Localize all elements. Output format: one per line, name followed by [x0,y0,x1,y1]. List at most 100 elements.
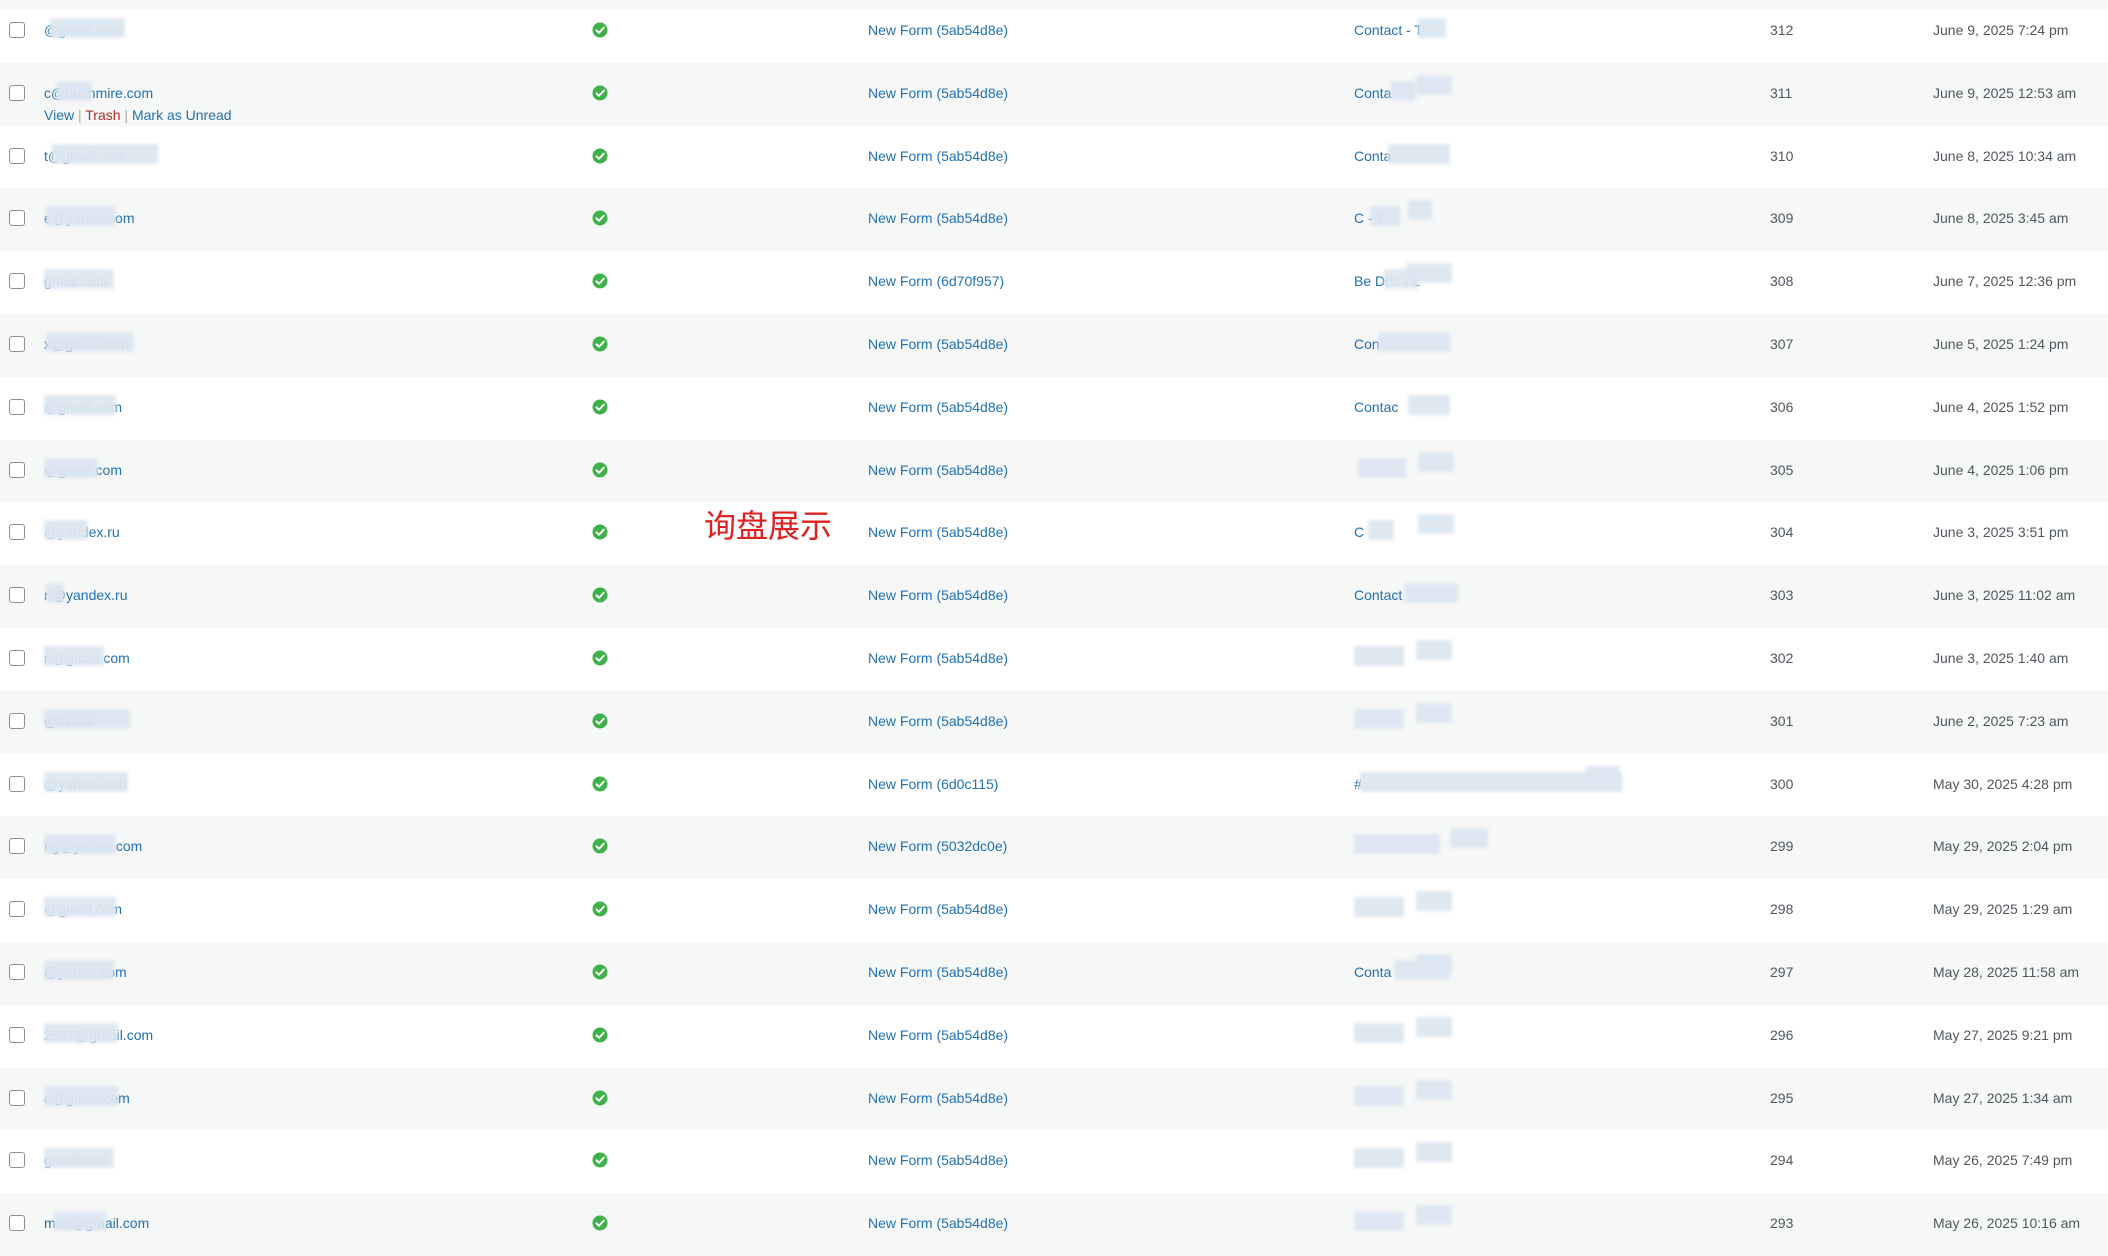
entry-id: 298 [1770,901,1794,918]
redaction-blur [1360,771,1622,792]
row-checkbox[interactable] [9,147,25,164]
table-row: @gmail.comNew Form (5ab54d8e)Contact - T… [0,0,2108,63]
entry-id: 305 [1770,461,1794,478]
form-name-link[interactable]: New Form (5ab54d8e) [868,335,1008,353]
entry-date: May 26, 2025 7:49 pm [1933,1152,2073,1169]
row-checkbox[interactable] [9,1215,25,1232]
row-checkbox[interactable] [9,712,25,729]
check-circle-icon [592,838,608,854]
redaction-blur [44,1085,118,1106]
source-page-link[interactable]: C [1354,523,1364,541]
source-page-link[interactable]: Contact [1354,586,1402,604]
entry-id: 296 [1770,1026,1794,1043]
row-checkbox[interactable] [9,1152,25,1169]
form-name-link[interactable]: New Form (5ab54d8e) [868,461,1008,479]
entry-id: 299 [1770,838,1794,855]
source-page-link[interactable]: Conta [1354,147,1391,165]
form-name-link[interactable]: New Form (5ab54d8e) [868,84,1008,102]
row-checkbox[interactable] [9,964,25,980]
redaction-blur [46,206,116,227]
row-actions: View | Trash | Mark as Unread [44,106,232,124]
form-name-link[interactable]: New Form (5ab54d8e) [868,398,1008,416]
check-circle-icon [592,85,608,101]
form-name-link[interactable]: New Form (5ab54d8e) [868,649,1008,667]
check-circle-icon [592,462,608,478]
row-checkbox[interactable] [9,336,25,352]
row-checkbox[interactable] [9,587,25,604]
redaction-blur [46,583,64,604]
form-name-link[interactable]: New Form (5ab54d8e) [868,586,1008,604]
form-name-link[interactable]: New Form (5ab54d8e) [868,147,1008,165]
source-page-link[interactable]: Conta [1354,84,1391,102]
entry-id: 307 [1770,336,1794,352]
form-name-link[interactable]: New Form (6d0c115) [868,775,998,793]
form-name-link[interactable]: New Form (5ab54d8e) [868,712,1008,730]
row-checkbox[interactable] [9,398,25,415]
table-row: @live.ieNew Form (5ab54d8e)301June 2, 20… [0,690,2108,754]
redaction-blur [44,646,104,666]
table-row: @yahoo.comNew Form (6d0c115)#300May 30, … [0,754,2108,817]
redaction-blur [1354,1022,1404,1043]
redaction-blur [44,394,116,415]
form-name-link[interactable]: New Form (5ab54d8e) [868,1151,1008,1169]
redaction-blur [1404,583,1458,604]
row-checkbox[interactable] [9,273,25,290]
entries-table: @gmail.comNew Form (5ab54d8e)Contact - T… [0,0,2108,1256]
view-action-link[interactable]: View [44,107,74,123]
redaction-blur [1418,514,1454,535]
table-row: @gmail.comNew Form (5ab54d8e)298May 29, … [0,879,2108,942]
entry-date: June 8, 2025 10:34 am [1933,147,2077,164]
row-checkbox[interactable] [9,84,25,101]
row-checkbox[interactable] [9,210,25,227]
row-checkbox[interactable] [9,1089,25,1106]
entry-date: June 3, 2025 11:02 am [1933,587,2076,604]
row-checkbox[interactable] [9,901,25,918]
redaction-blur [44,708,130,729]
redaction-blur [46,332,134,352]
form-name-link[interactable]: New Form (5ab54d8e) [868,1089,1008,1107]
form-name-link[interactable]: New Form (6d70f957) [868,272,1004,290]
entry-date: May 29, 2025 2:04 pm [1933,838,2073,855]
mark-unread-action-link[interactable]: Mark as Unread [132,107,232,123]
redaction-blur [1416,74,1452,95]
form-name-link[interactable]: New Form (5032dc0e) [868,837,1007,855]
table-row: a@gmail.comNew Form (5ab54d8e)295May 27,… [0,1067,2108,1131]
row-checkbox[interactable] [9,22,25,38]
form-name-link[interactable]: New Form (5ab54d8e) [868,1214,1008,1232]
row-checkbox[interactable] [9,650,25,666]
form-name-link[interactable]: New Form (5ab54d8e) [868,21,1008,39]
redaction-blur [44,897,116,918]
check-circle-icon [592,776,608,792]
form-name-link[interactable]: New Form (5ab54d8e) [868,1026,1008,1044]
entry-id: 294 [1770,1152,1794,1169]
form-name-link[interactable]: New Form (5ab54d8e) [868,523,1008,541]
row-checkbox[interactable] [9,775,25,792]
entry-date: May 30, 2025 4:28 pm [1933,775,2073,792]
redaction-blur [1354,1148,1404,1169]
form-name-link[interactable]: New Form (5ab54d8e) [868,963,1008,981]
redaction-blur [44,834,116,855]
source-page-link[interactable]: Contac [1354,398,1398,416]
entry-date: June 3, 2025 3:51 pm [1933,524,2069,541]
table-row: @gmail.comNew Form (5ab54d8e)305June 4, … [0,439,2108,503]
row-checkbox[interactable] [9,461,25,478]
redaction-blur [1416,954,1452,974]
row-checkbox[interactable] [9,524,25,541]
source-page-link[interactable]: Con [1354,335,1380,353]
redaction-blur [1408,394,1450,415]
entry-id: 310 [1770,147,1794,164]
source-page-link[interactable]: Contact - T [1354,21,1423,39]
row-checkbox[interactable] [9,838,25,855]
redaction-blur [1354,708,1404,729]
entry-id: 303 [1770,587,1794,604]
entry-id: 293 [1770,1215,1794,1232]
redaction-blur [1354,1085,1404,1106]
entry-date: May 27, 2025 9:21 pm [1933,1026,2073,1043]
source-page-link[interactable]: Conta [1354,963,1391,981]
form-name-link[interactable]: New Form (5ab54d8e) [868,900,1008,918]
redaction-blur [1416,1016,1452,1037]
trash-action-link[interactable]: Trash [85,107,120,123]
form-name-link[interactable]: New Form (5ab54d8e) [868,209,1008,227]
redaction-blur [1586,765,1620,786]
row-checkbox[interactable] [9,1026,25,1043]
